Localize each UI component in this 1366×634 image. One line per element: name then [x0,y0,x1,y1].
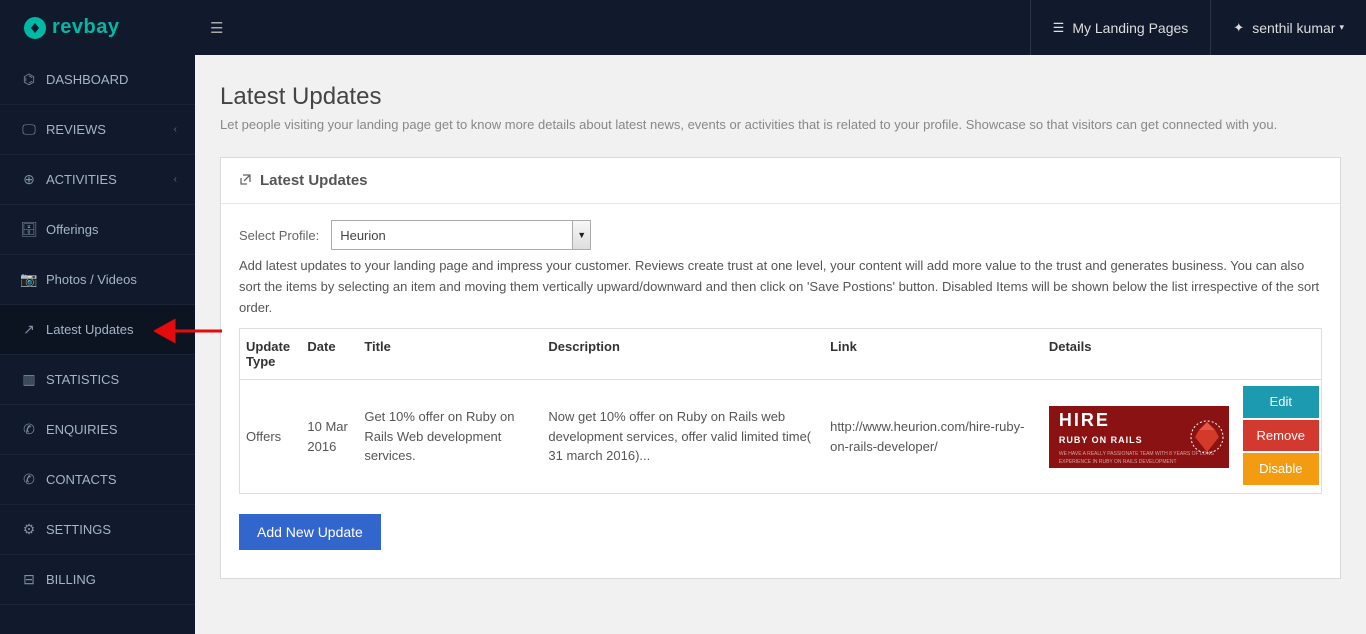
chart-icon: ▥ [18,371,40,388]
case-icon: 🗄 [18,221,40,238]
topbar: revbay My Landing Pages ✦ senthil kumar [0,0,1366,55]
sidebar-item-label: Latest Updates [46,322,133,337]
card-header: Latest Updates [221,158,1340,204]
cell-description: Now get 10% offer on Ruby on Rails web d… [540,380,822,494]
banner-image: HIRE RUBY ON RAILS WE HAVE A REALLY PASS… [1049,406,1229,468]
cell-type: Offers [240,380,300,494]
phone-icon: ✆ [18,421,40,438]
sidebar-item-activities[interactable]: ⊕ ACTIVITIES ‹ [0,155,195,205]
chevron-left-icon: ‹ [174,124,177,135]
sidebar-item-label: REVIEWS [46,122,106,137]
caret-down-icon [1339,22,1344,33]
page-title: Latest Updates [220,83,1341,111]
sidebar-item-label: SETTINGS [46,522,111,537]
menu-icon [1053,20,1065,36]
add-new-update-button[interactable]: Add New Update [239,514,381,550]
sidebar-item-photos-videos[interactable]: 📷 Photos / Videos [0,255,195,305]
select-profile-label: Select Profile: [239,228,319,243]
cell-actions: Edit Remove Disable [1241,380,1322,494]
sidebar-item-offerings[interactable]: 🗄 Offerings [0,205,195,255]
disable-button[interactable]: Disable [1243,453,1319,485]
logo[interactable]: revbay [0,16,195,39]
remove-button[interactable]: Remove [1243,420,1319,452]
updates-table: Update Type Date Title Description Link … [239,328,1322,494]
ruby-icon [1187,412,1227,462]
th-date[interactable]: Date [299,329,356,380]
card-title: Latest Updates [260,172,368,189]
menu-toggle-icon[interactable] [195,19,238,37]
th-description[interactable]: Description [540,329,822,380]
page-subtitle: Let people visiting your landing page ge… [220,117,1341,132]
my-landing-pages-label: My Landing Pages [1072,20,1188,36]
globe-icon: ⊕ [18,171,40,188]
th-link[interactable]: Link [822,329,1041,380]
sidebar-item-label: DASHBOARD [46,72,128,87]
sidebar-item-enquiries[interactable]: ✆ ENQUIRIES [0,405,195,455]
th-details[interactable]: Details [1041,329,1241,380]
dash-icon: ⌬ [18,71,40,88]
sidebar-item-label: ACTIVITIES [46,172,117,187]
cell-date: 10 Mar 2016 [299,380,356,494]
sidebar: ⌬ DASHBOARD 🖵 REVIEWS ‹ ⊕ ACTIVITIES ‹ 🗄 Offering… [0,55,195,634]
sidebar-item-latest-updates[interactable]: ↗ Latest Updates [0,305,195,355]
sidebar-item-settings[interactable]: ⚙ SETTINGS [0,505,195,555]
cell-title: Get 10% offer on Ruby on Rails Web devel… [356,380,540,494]
sidebar-item-contacts[interactable]: ✆ CONTACTS [0,455,195,505]
brand-text: revbay [52,16,120,39]
logo-icon [24,17,46,39]
billing-icon: ⊟ [18,571,40,588]
sidebar-item-dashboard[interactable]: ⌬ DASHBOARD [0,55,195,105]
th-title[interactable]: Title [356,329,540,380]
profile-select[interactable]: Heurion [331,220,591,250]
help-text: Add latest updates to your landing page … [239,256,1322,318]
chevron-left-icon: ‹ [174,174,177,185]
main-content: Latest Updates Let people visiting your … [195,55,1366,634]
external-link-icon [239,173,252,189]
sidebar-item-label: Photos / Videos [46,272,137,287]
sidebar-item-statistics[interactable]: ▥ STATISTICS [0,355,195,405]
display-icon: 🖵 [18,121,40,138]
sidebar-item-label: CONTACTS [46,472,117,487]
phone-icon: ✆ [18,471,40,488]
my-landing-pages-link[interactable]: My Landing Pages [1030,0,1211,55]
user-name: senthil kumar [1252,20,1335,36]
camera-icon: 📷 [18,271,40,288]
table-header-row: Update Type Date Title Description Link … [240,329,1322,380]
user-icon: ✦ [1233,20,1244,36]
table-row[interactable]: Offers 10 Mar 2016 Get 10% offer on Ruby… [240,380,1322,494]
ext-icon: ↗ [18,321,40,338]
edit-button[interactable]: Edit [1243,386,1319,418]
gear-icon: ⚙ [18,521,40,538]
th-actions [1241,329,1322,380]
sidebar-item-label: ENQUIRIES [46,422,118,437]
user-menu[interactable]: ✦ senthil kumar [1210,0,1366,55]
sidebar-item-label: BILLING [46,572,96,587]
sidebar-item-reviews[interactable]: 🖵 REVIEWS ‹ [0,105,195,155]
updates-card: Latest Updates Select Profile: Heurion ▼… [220,157,1341,579]
sidebar-item-label: STATISTICS [46,372,119,387]
sidebar-item-billing[interactable]: ⊟ BILLING [0,555,195,605]
cell-link: http://www.heurion.com/hire-ruby-on-rail… [822,380,1041,494]
cell-details: HIRE RUBY ON RAILS WE HAVE A REALLY PASS… [1041,380,1241,494]
th-update-type[interactable]: Update Type [240,329,300,380]
sidebar-item-label: Offerings [46,222,99,237]
